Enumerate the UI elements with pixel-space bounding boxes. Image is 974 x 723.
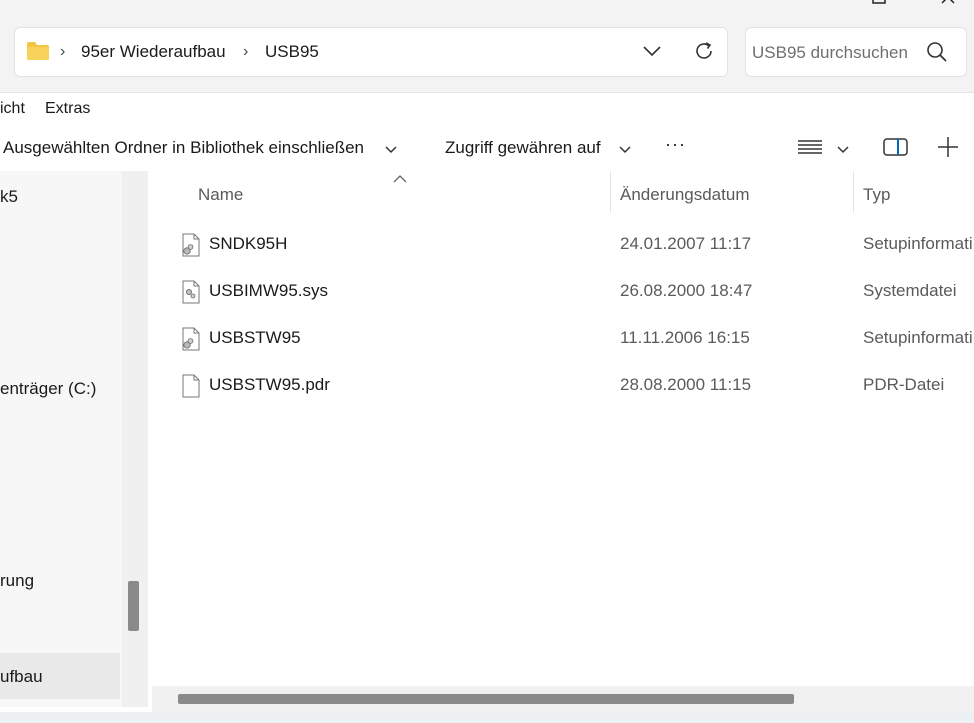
details-pane-icon[interactable] — [883, 137, 909, 162]
column-divider[interactable] — [610, 171, 611, 213]
file-name: USBIMW95.sys — [209, 281, 329, 300]
address-bar[interactable]: › 95er Wiederaufbau › USB95 — [14, 27, 728, 77]
folder-icon — [26, 41, 50, 66]
horizontal-scrollbar[interactable] — [152, 686, 974, 712]
table-row[interactable]: SNDK95H 24.01.2007 11:17 Setupinformati — [148, 222, 974, 266]
maximize-icon[interactable] — [872, 0, 886, 4]
blank-file-icon — [181, 374, 201, 403]
add-icon[interactable] — [937, 136, 959, 163]
chevron-right-icon: › — [243, 43, 249, 60]
file-name: USBSTW95 — [209, 328, 301, 347]
nav-item-disk[interactable]: k5 — [0, 187, 18, 207]
list-view-icon[interactable] — [797, 138, 823, 161]
file-list: Name Änderungsdatum Typ SNDK95H 24.01.20… — [148, 171, 974, 707]
search-icon[interactable] — [926, 41, 948, 68]
title-bar: › 95er Wiederaufbau › USB95 USB95 durchs… — [0, 0, 974, 92]
file-type: Setupinformati — [863, 328, 973, 347]
table-row[interactable]: USBSTW95 11.11.2006 16:15 Setupinformati — [148, 316, 974, 360]
chevron-down-icon[interactable] — [837, 142, 849, 160]
file-name: SNDK95H — [209, 234, 288, 253]
file-date: 26.08.2000 18:47 — [620, 281, 753, 300]
close-icon[interactable] — [941, 0, 955, 4]
menu-item-ansicht[interactable]: icht — [0, 100, 25, 118]
menu-bar: icht Extras — [0, 92, 974, 125]
nav-item-drive-c[interactable]: enträger (C:) — [0, 379, 96, 399]
more-options-button[interactable]: ··· — [665, 134, 686, 155]
search-input[interactable]: USB95 durchsuchen — [752, 43, 908, 63]
command-bar: Ausgewählten Ordner in Bibliothek einsch… — [0, 124, 974, 171]
horizontal-scrollbar-thumb[interactable] — [178, 694, 794, 704]
chevron-down-icon[interactable] — [619, 142, 631, 160]
column-header-name[interactable]: Name — [198, 185, 243, 205]
table-row[interactable]: USBIMW95.sys 26.08.2000 18:47 Systemdate… — [148, 269, 974, 313]
search-box[interactable]: USB95 durchsuchen — [745, 27, 967, 77]
chevron-down-icon[interactable] — [385, 142, 397, 160]
menu-item-extras[interactable]: Extras — [45, 100, 90, 118]
file-type: Setupinformati — [863, 234, 973, 253]
grant-access-button[interactable]: Zugriff gewähren auf — [445, 138, 601, 158]
navigation-pane: k5 enträger (C:) rung ufbau — [0, 171, 122, 707]
nav-scrollbar-thumb[interactable] — [128, 581, 139, 631]
nav-item-folder[interactable]: rung — [0, 571, 34, 591]
system-file-icon — [181, 280, 201, 309]
refresh-icon[interactable] — [693, 40, 715, 67]
column-header-type[interactable]: Typ — [863, 185, 890, 205]
file-type: Systemdatei — [863, 281, 957, 300]
file-date: 11.11.2006 16:15 — [620, 328, 750, 347]
column-header-date[interactable]: Änderungsdatum — [620, 185, 749, 205]
breadcrumb-item-usb95[interactable]: USB95 — [265, 42, 319, 62]
setup-info-icon — [181, 233, 201, 262]
chevron-right-icon: › — [60, 43, 66, 60]
setup-info-icon — [181, 327, 201, 356]
file-date: 24.01.2007 11:17 — [620, 234, 752, 253]
sort-ascending-icon — [393, 171, 407, 189]
nav-item-wiederaufbau[interactable]: ufbau — [0, 667, 43, 687]
file-name: USBSTW95.pdr — [209, 375, 330, 394]
chevron-down-icon[interactable] — [642, 44, 662, 63]
table-row[interactable]: USBSTW95.pdr 28.08.2000 11:15 PDR-Datei — [148, 363, 974, 407]
column-divider[interactable] — [853, 171, 854, 213]
nav-scrollbar[interactable] — [122, 171, 148, 707]
status-bar — [0, 712, 974, 723]
file-date: 28.08.2000 11:15 — [620, 375, 752, 394]
breadcrumb-item-95er-wiederaufbau[interactable]: 95er Wiederaufbau — [81, 42, 226, 62]
include-in-library-button[interactable]: Ausgewählten Ordner in Bibliothek einsch… — [3, 138, 364, 158]
file-type: PDR-Datei — [863, 375, 945, 394]
